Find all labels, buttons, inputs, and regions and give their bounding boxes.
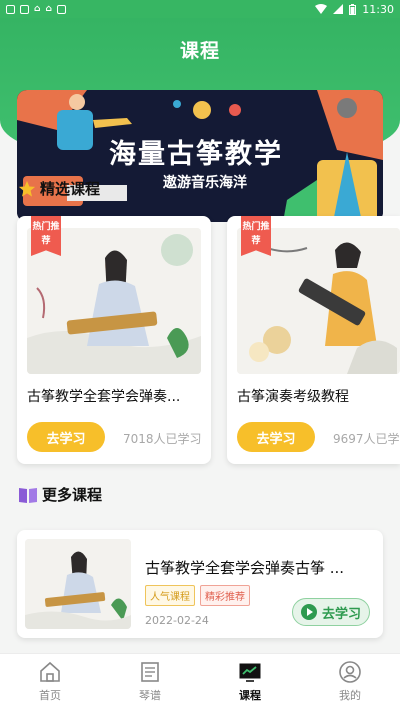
more-courses-heading: 更多课程 bbox=[18, 484, 102, 505]
course-thumbnail bbox=[25, 539, 131, 629]
banner-title: 海量古筝教学 bbox=[109, 139, 283, 170]
tab-mine-label: 我的 bbox=[339, 689, 361, 702]
wifi-icon bbox=[315, 4, 328, 14]
signal-icon bbox=[333, 4, 344, 14]
play-icon bbox=[300, 604, 317, 620]
course-tags: 人气课程 精彩推荐 bbox=[145, 585, 250, 606]
hot-badge-label: 热门推荐 bbox=[242, 222, 270, 246]
tab-mine[interactable]: 我的 bbox=[300, 654, 400, 711]
banner-subtitle: 遨游音乐海洋 bbox=[163, 175, 247, 191]
course-title: 古筝教学全套学会弹奏... bbox=[27, 389, 181, 405]
featured-heading-label: 精选课程 bbox=[40, 180, 101, 198]
status-left: ⌂ ⌂ bbox=[6, 4, 66, 14]
course-icon bbox=[239, 663, 261, 682]
battery-icon bbox=[349, 3, 357, 15]
tab-home[interactable]: 首页 bbox=[0, 654, 100, 711]
tab-score[interactable]: 琴谱 bbox=[100, 654, 200, 711]
course-list-item[interactable]: 古筝教学全套学会弹奏古筝 ... 人气课程 精彩推荐 2022-02-24 去学… bbox=[17, 530, 383, 638]
status-bar: ⌂ ⌂ 11:30 bbox=[0, 0, 400, 18]
tag-recommended: 精彩推荐 bbox=[200, 585, 250, 606]
learner-count: 7018人已学习 bbox=[123, 432, 202, 446]
promo-banner[interactable]: 海量古筝教学 遨游音乐海洋 bbox=[17, 90, 383, 222]
guzheng-player-illustration bbox=[25, 539, 131, 629]
shield-icon bbox=[6, 4, 15, 14]
bottom-tab-bar: 首页 琴谱 课程 我的 bbox=[0, 653, 400, 711]
study-button[interactable]: 去学习 bbox=[27, 422, 105, 452]
tab-home-label: 首页 bbox=[39, 689, 61, 702]
home-icon bbox=[40, 661, 60, 682]
hot-badge: 热门推荐 bbox=[31, 216, 61, 256]
tab-course[interactable]: 课程 bbox=[200, 654, 300, 711]
star-icon bbox=[18, 180, 36, 197]
status-right: 11:30 bbox=[315, 3, 394, 16]
study-button[interactable]: 去学习 bbox=[237, 422, 315, 452]
page-title: 课程 bbox=[179, 40, 220, 62]
learner-count: 9697人已学习 bbox=[333, 432, 400, 446]
status-time: 11:30 bbox=[362, 2, 394, 16]
featured-heading: 精选课程 bbox=[18, 178, 100, 199]
image-icon bbox=[20, 4, 29, 14]
score-icon bbox=[141, 662, 159, 682]
course-title: 古筝演奏考级教程 bbox=[237, 389, 349, 405]
course-title: 古筝教学全套学会弹奏古筝 ... bbox=[145, 559, 345, 577]
course-card[interactable]: 热门推荐 古筝演奏考级教程 去学习 9697人已学习 bbox=[227, 216, 400, 464]
more-courses-heading-label: 更多课程 bbox=[42, 486, 103, 504]
android-icon: ⌂ bbox=[45, 4, 52, 14]
android-icon: ⌂ bbox=[34, 4, 41, 14]
course-date: 2022-02-24 bbox=[145, 614, 209, 627]
user-icon bbox=[339, 661, 361, 683]
course-card[interactable]: 热门推荐 古筝教学全套学会弹奏... 去学习 7018人已学习 bbox=[17, 216, 211, 464]
book-icon bbox=[19, 487, 37, 503]
study-button-label: 去学习 bbox=[321, 606, 361, 622]
font-icon bbox=[56, 4, 66, 14]
tab-score-label: 琴谱 bbox=[139, 689, 161, 702]
tab-course-label: 课程 bbox=[239, 689, 261, 702]
study-button[interactable]: 去学习 bbox=[292, 598, 370, 626]
hot-badge-label: 热门推荐 bbox=[32, 222, 60, 246]
hot-badge: 热门推荐 bbox=[241, 216, 271, 256]
tag-popular: 人气课程 bbox=[145, 585, 195, 606]
